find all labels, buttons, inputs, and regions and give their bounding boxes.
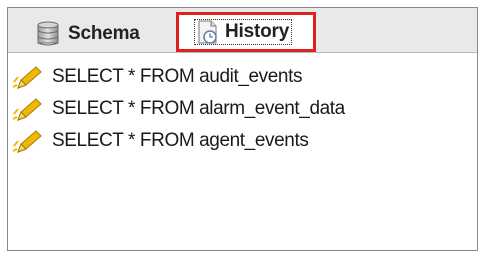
pencil-icon bbox=[12, 128, 46, 154]
tab-bar: Schema History bbox=[8, 8, 477, 53]
tab-schema-label: Schema bbox=[68, 23, 140, 44]
history-item-label: SELECT * FROM alarm_event_data bbox=[52, 98, 345, 119]
pencil-icon bbox=[12, 96, 46, 122]
pencil-icon bbox=[12, 64, 46, 90]
history-item-label: SELECT * FROM audit_events bbox=[52, 66, 303, 87]
history-item-label: SELECT * FROM agent_events bbox=[52, 130, 309, 151]
history-icon bbox=[196, 19, 220, 45]
database-icon bbox=[36, 21, 60, 47]
history-item[interactable]: SELECT * FROM audit_events bbox=[8, 61, 477, 93]
history-list: SELECT * FROM audit_events SELECT * FROM… bbox=[8, 61, 477, 157]
history-item[interactable]: SELECT * FROM alarm_event_data bbox=[8, 93, 477, 125]
tab-history[interactable]: History bbox=[176, 12, 316, 52]
query-panel: Schema History SELECT * FROM audit_event… bbox=[7, 7, 478, 251]
history-item[interactable]: SELECT * FROM agent_events bbox=[8, 125, 477, 157]
tab-schema[interactable]: Schema bbox=[14, 15, 172, 53]
